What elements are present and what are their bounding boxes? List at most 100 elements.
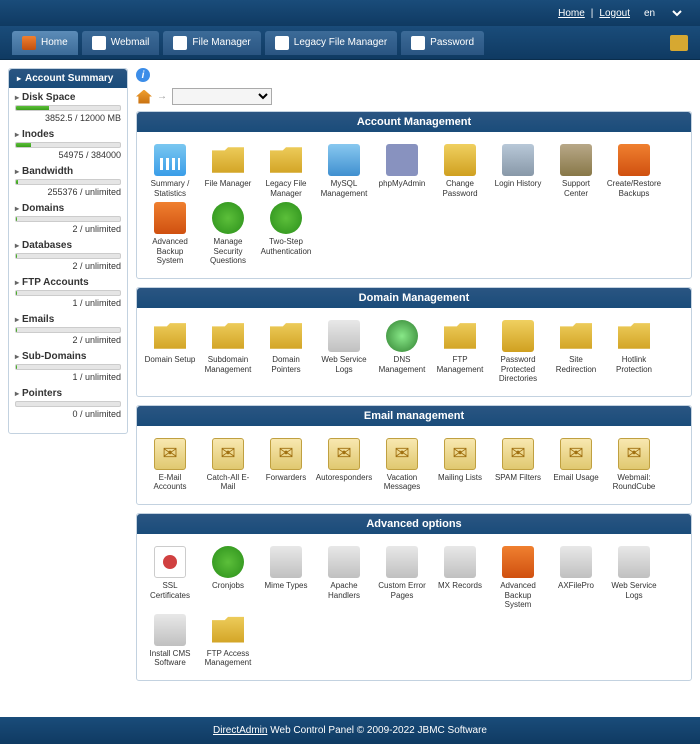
- axfilepro-icon: [560, 546, 592, 578]
- sidebar: Account Summary Disk Space 3852.5 / 1200…: [8, 68, 128, 689]
- tile-domain-setup[interactable]: Domain Setup: [141, 318, 199, 386]
- progress-bar: [15, 216, 121, 222]
- directadmin-link[interactable]: DirectAdmin: [213, 725, 267, 736]
- mail-icon: [92, 36, 106, 50]
- tile-advanced-backup-system[interactable]: Advanced Backup System: [489, 544, 547, 612]
- key-icon: [411, 36, 425, 50]
- section-account: Account Management Summary / StatisticsF…: [136, 111, 692, 279]
- tile-phpmyadmin[interactable]: phpMyAdmin: [373, 142, 431, 200]
- tile-create-restore-backups[interactable]: Create/Restore Backups: [605, 142, 663, 200]
- folder-icon: [275, 36, 289, 50]
- tile-catch-all-e-mail[interactable]: Catch-All E-Mail: [199, 436, 257, 494]
- tile-ssl-certificates[interactable]: SSL Certificates: [141, 544, 199, 612]
- tile-label: Web Service Logs: [317, 355, 371, 374]
- summary-statistics-icon: [154, 144, 186, 176]
- tile-webmail-roundcube[interactable]: Webmail: RoundCube: [605, 436, 663, 494]
- tab-legacy-fm[interactable]: Legacy File Manager: [265, 31, 397, 55]
- tile-forwarders[interactable]: Forwarders: [257, 436, 315, 494]
- arrow-icon: →: [157, 91, 167, 102]
- top-bar: Home | Logout en: [0, 0, 700, 26]
- tile-label: FTP Management: [433, 355, 487, 374]
- stat-disk-space: Disk Space 3852.5 / 12000 MB: [15, 92, 121, 123]
- tab-home[interactable]: Home: [12, 31, 78, 55]
- tile-domain-pointers[interactable]: Domain Pointers: [257, 318, 315, 386]
- tile-dns-management[interactable]: DNS Management: [373, 318, 431, 386]
- tile-web-service-logs[interactable]: Web Service Logs: [315, 318, 373, 386]
- info-icon[interactable]: i: [136, 68, 150, 82]
- tile-advanced-backup-system[interactable]: Advanced Backup System: [141, 200, 199, 268]
- language-select[interactable]: en: [640, 7, 685, 20]
- stat-value: 1 / unlimited: [15, 372, 121, 382]
- tile-ftp-management[interactable]: FTP Management: [431, 318, 489, 386]
- tile-spam-filters[interactable]: SPAM Filters: [489, 436, 547, 494]
- tile-label: Mime Types: [265, 581, 308, 591]
- home-icon[interactable]: [136, 90, 152, 104]
- tile-site-redirection[interactable]: Site Redirection: [547, 318, 605, 386]
- progress-bar: [15, 364, 121, 370]
- stat-emails: Emails 2 / unlimited: [15, 314, 121, 345]
- tile-change-password[interactable]: Change Password: [431, 142, 489, 200]
- tile-login-history[interactable]: Login History: [489, 142, 547, 200]
- vacation-messages-icon: [386, 438, 418, 470]
- tab-filemanager[interactable]: File Manager: [163, 31, 260, 55]
- tile-vacation-messages[interactable]: Vacation Messages: [373, 436, 431, 494]
- tile-custom-error-pages[interactable]: Custom Error Pages: [373, 544, 431, 612]
- stat-databases: Databases 2 / unlimited: [15, 240, 121, 271]
- tile-hotlink-protection[interactable]: Hotlink Protection: [605, 318, 663, 386]
- tile-install-cms-software[interactable]: Install CMS Software: [141, 612, 199, 670]
- tile-axfilepro[interactable]: AXFilePro: [547, 544, 605, 612]
- section-title: Account Management: [137, 112, 691, 132]
- tile-label: SPAM Filters: [495, 473, 541, 483]
- stat-inodes: Inodes 54975 / 384000: [15, 129, 121, 160]
- tile-label: Login History: [495, 179, 542, 189]
- ssl-certificates-icon: [154, 546, 186, 578]
- tile-email-usage[interactable]: Email Usage: [547, 436, 605, 494]
- tile-label: Mailing Lists: [438, 473, 482, 483]
- section-title: Advanced options: [137, 514, 691, 534]
- tile-label: Forwarders: [266, 473, 306, 483]
- create-restore-backups-icon: [618, 144, 650, 176]
- phpmyadmin-icon: [386, 144, 418, 176]
- breadcrumb: i: [136, 68, 692, 82]
- stat-label: Disk Space: [15, 92, 121, 103]
- tile-manage-security-questions[interactable]: Manage Security Questions: [199, 200, 257, 268]
- tile-label: Create/Restore Backups: [607, 179, 661, 198]
- tile-support-center[interactable]: Support Center: [547, 142, 605, 200]
- tab-password[interactable]: Password: [401, 31, 484, 55]
- tile-legacy-file-manager[interactable]: Legacy File Manager: [257, 142, 315, 200]
- tile-label: Hotlink Protection: [607, 355, 661, 374]
- stat-label: Inodes: [15, 129, 121, 140]
- tile-label: Domain Setup: [145, 355, 196, 365]
- tile-label: Summary / Statistics: [143, 179, 197, 198]
- tile-label: Password Protected Directories: [491, 355, 545, 384]
- domain-dropdown[interactable]: [172, 88, 272, 105]
- tile-two-step-authentication[interactable]: Two-Step Authentication: [257, 200, 315, 268]
- tile-mysql-management[interactable]: MySQL Management: [315, 142, 373, 200]
- web-service-logs-icon: [328, 320, 360, 352]
- tile-mailing-lists[interactable]: Mailing Lists: [431, 436, 489, 494]
- tab-webmail[interactable]: Webmail: [82, 31, 160, 55]
- tile-mime-types[interactable]: Mime Types: [257, 544, 315, 612]
- tile-e-mail-accounts[interactable]: E-Mail Accounts: [141, 436, 199, 494]
- sidebar-title: Account Summary: [9, 69, 127, 88]
- tile-web-service-logs[interactable]: Web Service Logs: [605, 544, 663, 612]
- tile-subdomain-management[interactable]: Subdomain Management: [199, 318, 257, 386]
- tile-file-manager[interactable]: File Manager: [199, 142, 257, 200]
- tile-mx-records[interactable]: MX Records: [431, 544, 489, 612]
- home-link[interactable]: Home: [558, 8, 585, 19]
- stat-label: Sub-Domains: [15, 351, 121, 362]
- mysql-management-icon: [328, 144, 360, 176]
- progress-bar: [15, 142, 121, 148]
- tile-cronjobs[interactable]: Cronjobs: [199, 544, 257, 612]
- tile-password-protected-directories[interactable]: Password Protected Directories: [489, 318, 547, 386]
- tile-summary-statistics[interactable]: Summary / Statistics: [141, 142, 199, 200]
- progress-bar: [15, 253, 121, 259]
- tile-apache-handlers[interactable]: Apache Handlers: [315, 544, 373, 612]
- tile-label: MySQL Management: [317, 179, 371, 198]
- tile-label: Domain Pointers: [259, 355, 313, 374]
- tile-autoresponders[interactable]: Autoresponders: [315, 436, 373, 494]
- tab-label: Webmail: [111, 37, 150, 48]
- tile-ftp-access-management[interactable]: FTP Access Management: [199, 612, 257, 670]
- notification-icon[interactable]: [670, 35, 688, 51]
- logout-link[interactable]: Logout: [599, 8, 630, 19]
